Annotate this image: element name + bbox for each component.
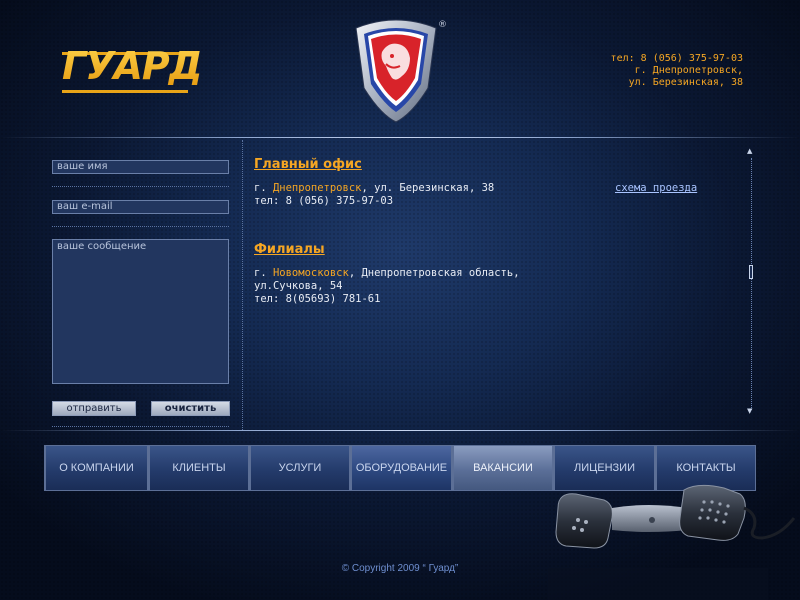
address-prefix: г. <box>254 267 273 279</box>
nav-services[interactable]: УСЛУГИ <box>249 445 350 491</box>
nav-clients[interactable]: КЛИЕНТЫ <box>148 445 249 491</box>
telephone-handset-icon <box>548 484 796 600</box>
header-city: г. Днепропетровск, <box>634 65 743 76</box>
scroll-up-arrow-icon[interactable]: ▲ <box>747 147 752 155</box>
header-street: ул. Березинская, 38 <box>628 77 743 88</box>
nav-about[interactable]: О КОМПАНИИ <box>44 445 148 491</box>
registered-mark: ® <box>438 20 447 30</box>
bottom-divider <box>0 430 800 431</box>
email-field[interactable]: ваш e-mail <box>52 200 229 214</box>
scrollbar-thumb[interactable] <box>749 265 753 279</box>
top-divider <box>0 137 800 138</box>
branches-heading[interactable]: Филиалы <box>254 242 325 257</box>
vertical-divider <box>242 140 244 430</box>
main-office-heading[interactable]: Главный офис <box>254 157 362 172</box>
main-office-phone: тел: 8 (056) 375-97-03 <box>254 195 394 207</box>
branch-street: ул.Сучкова, 54 <box>254 280 343 292</box>
main-office-address: г. Днепропетровск, ул. Березинская, 38 <box>254 182 494 195</box>
form-separator <box>52 426 229 427</box>
city-link-dnipro[interactable]: Днепропетровск <box>273 182 362 194</box>
form-separator <box>52 226 229 227</box>
header-contact: тел: 8 (056) 375-97-03 г. Днепропетровск… <box>611 53 743 89</box>
scroll-down-arrow-icon[interactable]: ▼ <box>747 407 752 415</box>
guard-logo[interactable]: ГУАРД <box>62 44 203 96</box>
scrollbar-track[interactable] <box>751 158 753 410</box>
branch-address: г. Новомосковск, Днепропетровская област… <box>254 267 520 280</box>
city-link-novomoskovsk[interactable]: Новомосковск <box>273 267 349 279</box>
name-field[interactable]: ваше имя <box>52 160 229 174</box>
logo-text: ГУАРД <box>62 44 203 88</box>
nav-vacancies[interactable]: ВАКАНСИИ <box>452 445 553 491</box>
address-rest: , ул. Березинская, 38 <box>361 182 495 194</box>
branch-phone: тел: 8(05693) 781-61 <box>254 293 381 305</box>
clear-button[interactable]: очистить <box>151 401 230 416</box>
message-field[interactable]: ваше сообщение <box>52 239 229 384</box>
header-phone: тел: 8 (056) 375-97-03 <box>610 53 743 64</box>
logo-bar-bottom <box>62 90 188 93</box>
map-link[interactable]: схема проезда <box>615 182 697 194</box>
copyright: © Copyright 2009 “ Гуард” <box>341 563 459 574</box>
nav-equipment[interactable]: ОБОРУДОВАНИЕ <box>350 445 452 491</box>
address-prefix: г. <box>254 182 273 194</box>
address-rest: , Днепропетровская область, <box>348 267 520 279</box>
form-separator <box>52 186 229 187</box>
shield-logo-icon <box>355 19 437 123</box>
send-button[interactable]: отправить <box>52 401 136 416</box>
